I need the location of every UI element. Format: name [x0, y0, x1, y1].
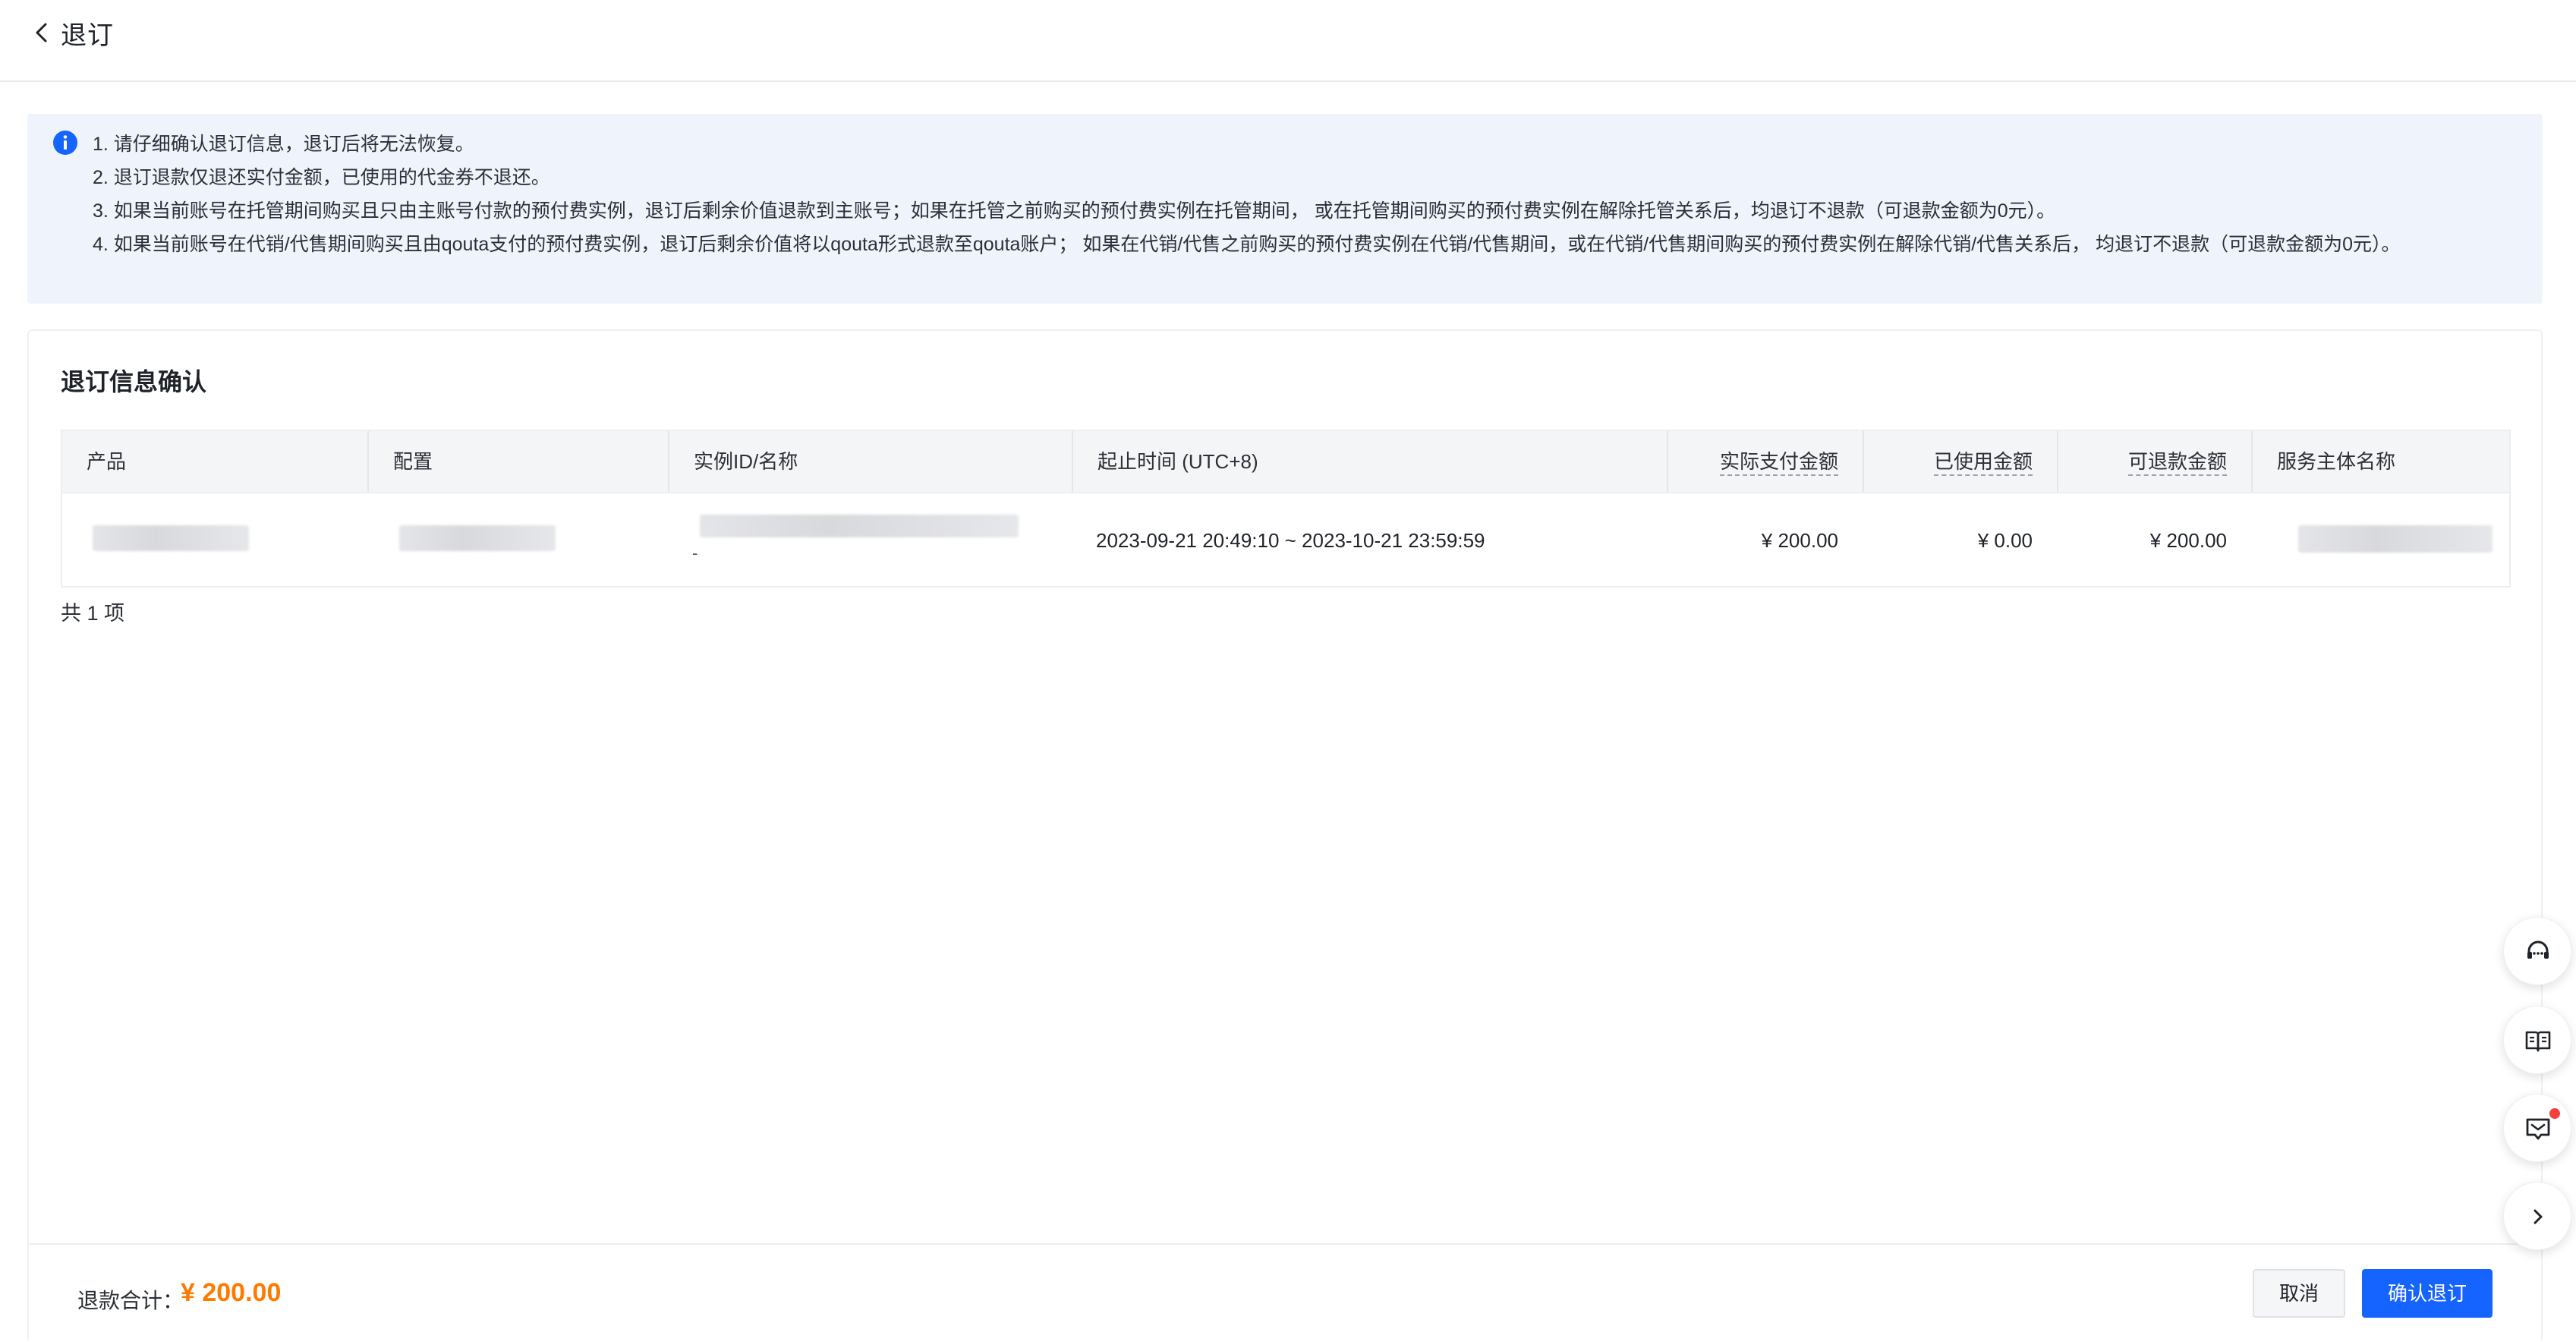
messages-button[interactable]	[2503, 1094, 2571, 1162]
chevron-left-icon[interactable]	[30, 20, 53, 46]
cell-period: 2023-09-21 20:49:10 ~ 2023-10-21 23:59:5…	[1096, 529, 1485, 552]
notification-dot	[2549, 1108, 2560, 1119]
column-paid: 实际支付金额	[1667, 431, 1863, 492]
order-table: 产品 配置 实例ID/名称 起止时间 (UTC+8) 实际支付金额 已使用金额 …	[61, 430, 2511, 588]
notice-text: 1. 请仔细确认退订信息，退订后将无法恢复。 2. 退订退款仅退还实付金额，已使…	[93, 128, 2514, 261]
column-used: 已使用金额	[1863, 431, 2057, 492]
confirm-unsubscribe-button[interactable]: 确认退订	[2362, 1269, 2493, 1318]
section-title: 退订信息确认	[61, 368, 207, 395]
column-config: 配置	[367, 431, 668, 492]
unsubscribe-card: 退订信息确认 产品 配置 实例ID/名称 起止时间 (UTC+8) 实际支付金额…	[27, 329, 2543, 1342]
notice-line: 2. 退订退款仅退还实付金额，已使用的代金券不退还。	[93, 167, 550, 188]
redacted-entity	[2298, 525, 2493, 553]
column-product: 产品	[87, 450, 127, 473]
book-icon	[2525, 1031, 2551, 1052]
page-title: 退订	[61, 21, 114, 50]
notice-line: 1. 请仔细确认退订信息，退订后将无法恢复。	[93, 134, 474, 155]
page-header: 退订	[0, 0, 2576, 82]
cell-used: ¥ 0.00	[1977, 529, 2033, 552]
cell-paid: ¥ 200.00	[1761, 529, 1838, 552]
cancel-button[interactable]: 取消	[2253, 1269, 2345, 1318]
notice-line: 3. 如果当前账号在托管期间购买且只由主账号付款的预付费实例，退订后剩余价值退款…	[93, 200, 2056, 222]
collapse-tools-button[interactable]	[2503, 1182, 2571, 1250]
footer-bar: 退款合计： ¥ 200.00 取消 确认退订	[29, 1243, 2541, 1342]
message-icon	[2526, 1118, 2550, 1140]
redacted-config	[399, 525, 556, 551]
support-button[interactable]	[2503, 917, 2571, 985]
column-entity: 服务主体名称	[2251, 431, 2509, 492]
column-refundable-label[interactable]: 可退款金额	[2127, 450, 2227, 476]
refund-total-amount: ¥ 200.00	[181, 1278, 282, 1307]
chevron-right-icon	[2533, 1209, 2543, 1224]
notice-banner: 1. 请仔细确认退订信息，退订后将无法恢复。 2. 退订退款仅退还实付金额，已使…	[27, 114, 2543, 304]
column-period: 起止时间 (UTC+8)	[1072, 431, 1667, 492]
refund-total-label: 退款合计：	[77, 1289, 184, 1312]
table-row: - 2023-09-21 20:49:10 ~ 2023-10-21 23:59…	[62, 493, 2509, 588]
column-refundable: 可退款金额	[2057, 431, 2251, 492]
redacted-product	[93, 525, 249, 551]
headset-icon	[2527, 940, 2549, 959]
column-used-label[interactable]: 已使用金额	[1933, 450, 2033, 476]
table-header: 产品 配置 实例ID/名称 起止时间 (UTC+8) 实际支付金额 已使用金额 …	[62, 431, 2509, 493]
cell-refundable: ¥ 200.00	[2149, 529, 2227, 552]
info-icon	[53, 131, 77, 155]
column-paid-label[interactable]: 实际支付金额	[1719, 450, 1838, 476]
notice-line: 4. 如果当前账号在代销/代售期间购买且由qouta支付的预付费实例，退订后剩余…	[93, 234, 2401, 255]
column-instance: 实例ID/名称	[668, 431, 1072, 492]
docs-button[interactable]	[2503, 1006, 2571, 1074]
instance-name: -	[692, 543, 698, 562]
redacted-instance-id	[700, 515, 1019, 537]
total-count: 共 1 项	[61, 602, 125, 625]
